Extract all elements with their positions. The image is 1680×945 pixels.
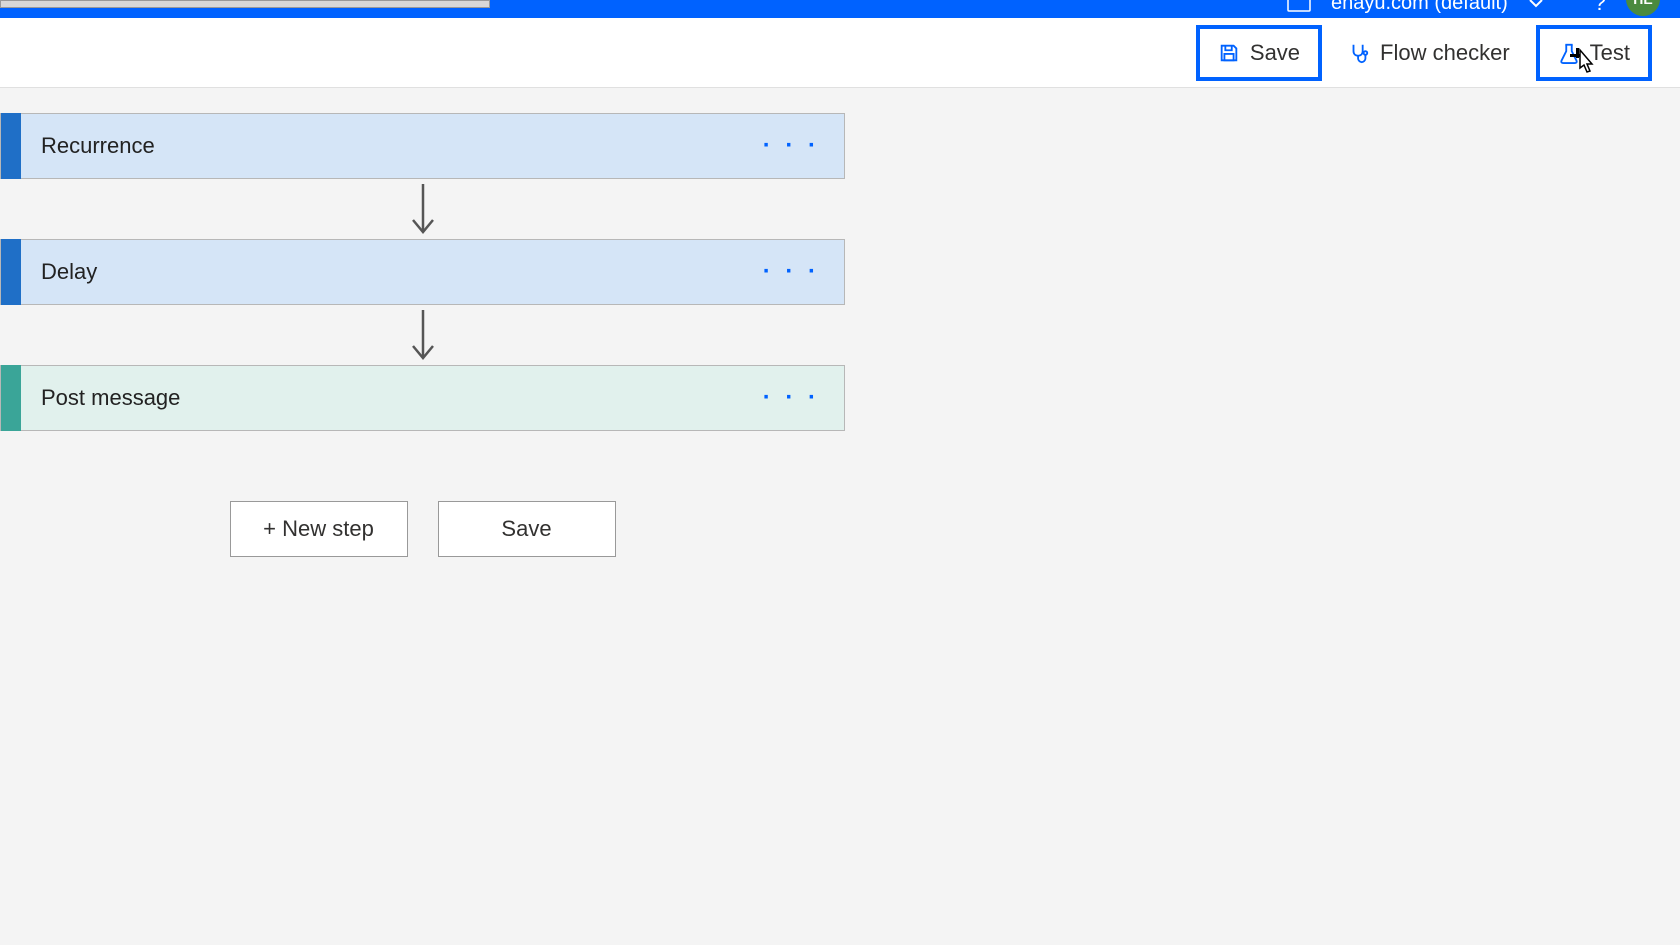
flow-step-delay[interactable]: Delay · · · xyxy=(0,239,845,305)
save-button-bottom[interactable]: Save xyxy=(438,501,616,557)
flow-canvas: Recurrence · · · Delay · · · Post messag… xyxy=(0,88,1680,582)
step-menu-icon[interactable]: · · · xyxy=(763,258,820,286)
step-accent xyxy=(1,113,21,179)
step-label: Recurrence xyxy=(41,133,155,159)
test-button-label: Test xyxy=(1590,40,1630,66)
arrow-down-icon xyxy=(408,182,438,236)
step-accent xyxy=(1,239,21,305)
environment-icon xyxy=(1287,0,1311,12)
step-label: Post message xyxy=(41,385,180,411)
top-bar: enayu.com (default) ? HE xyxy=(0,0,1680,18)
action-row: + New step Save xyxy=(0,501,845,557)
flask-icon xyxy=(1558,42,1580,64)
arrow-connector xyxy=(0,305,845,365)
flow-step-recurrence[interactable]: Recurrence · · · xyxy=(0,113,845,179)
help-icon[interactable]: ? xyxy=(1594,0,1606,16)
step-menu-icon[interactable]: · · · xyxy=(763,132,820,160)
stethoscope-icon xyxy=(1348,42,1370,64)
test-button[interactable]: Test xyxy=(1536,25,1652,81)
arrow-down-icon xyxy=(408,308,438,362)
flow-step-post-message[interactable]: Post message · · · xyxy=(0,365,845,431)
search-box[interactable] xyxy=(0,0,490,8)
avatar[interactable]: HE xyxy=(1626,0,1660,16)
arrow-connector xyxy=(0,179,845,239)
save-icon xyxy=(1218,42,1240,64)
step-accent xyxy=(1,365,21,431)
toolbar: Save Flow checker Test xyxy=(0,18,1680,88)
step-label: Delay xyxy=(41,259,97,285)
tenant-name[interactable]: enayu.com (default) xyxy=(1331,0,1508,15)
step-menu-icon[interactable]: · · · xyxy=(763,384,820,412)
flow-checker-label: Flow checker xyxy=(1380,40,1510,66)
chevron-down-icon[interactable] xyxy=(1528,0,1544,8)
new-step-button[interactable]: + New step xyxy=(230,501,408,557)
flow-checker-button[interactable]: Flow checker xyxy=(1330,25,1528,81)
top-bar-right: enayu.com (default) ? HE xyxy=(1287,0,1660,16)
save-button-label: Save xyxy=(1250,40,1300,66)
save-button[interactable]: Save xyxy=(1196,25,1322,81)
